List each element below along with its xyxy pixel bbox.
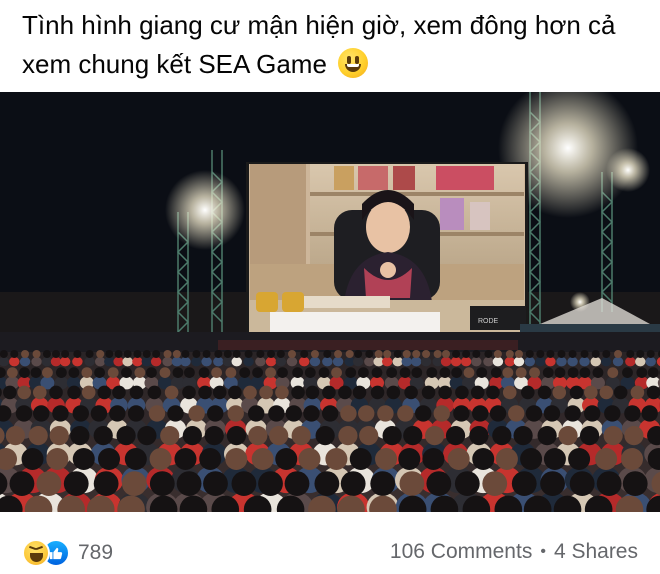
post-footer: 789 106 Comments • 4 Shares <box>0 530 660 574</box>
shares-count-link[interactable]: 4 Shares <box>554 540 638 564</box>
post-caption-text: Tình hình giang cư mận hiện giờ, xem đôn… <box>22 10 616 79</box>
big-screen: RODE <box>246 162 528 338</box>
haha-reaction-icon <box>22 539 50 567</box>
grinning-face-emoji-icon <box>338 48 369 78</box>
stats-separator: • <box>540 543 546 560</box>
svg-text:RODE: RODE <box>478 318 499 325</box>
engagement-stats: 106 Comments • 4 Shares <box>390 540 638 564</box>
post-photo[interactable]: RODE <box>0 92 660 512</box>
reaction-count[interactable]: 789 <box>78 541 113 565</box>
comments-count-link[interactable]: 106 Comments <box>390 540 532 564</box>
post-caption: Tình hình giang cư mận hiện giờ, xem đôn… <box>22 6 642 84</box>
reactions-summary[interactable]: 789 <box>22 538 113 568</box>
